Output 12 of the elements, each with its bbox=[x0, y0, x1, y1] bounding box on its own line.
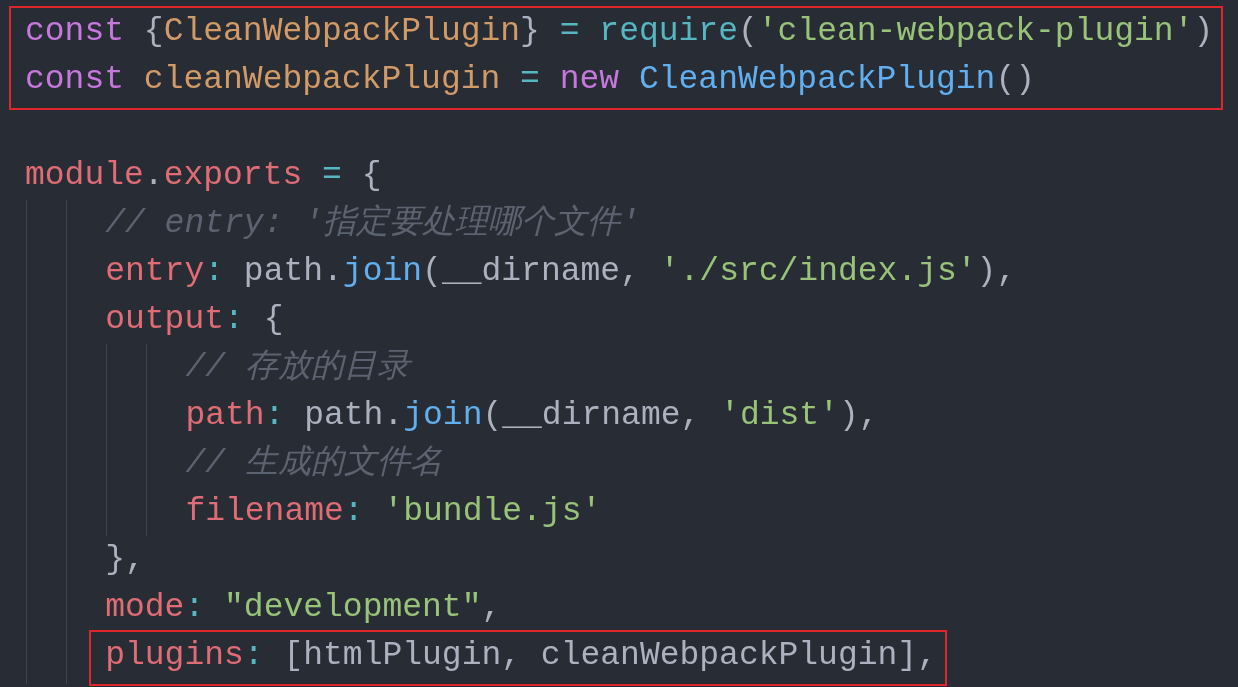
code-line: // entry: '指定要处理哪个文件' bbox=[105, 203, 640, 244]
code-line: output: { bbox=[105, 300, 284, 340]
code-line: const {CleanWebpackPlugin} = require('clean-webpack-plugin') bbox=[25, 12, 1214, 52]
code-line: path: path.join(__dirname, 'dist'), bbox=[185, 396, 879, 436]
code-line: // 生成的文件名 bbox=[185, 443, 443, 484]
code-line: const cleanWebpackPlugin = new CleanWebpackPlugin() bbox=[25, 60, 1035, 100]
code-line: module.exports = { bbox=[25, 156, 382, 196]
code-line: mode: "development", bbox=[105, 588, 502, 628]
code-line: entry: path.join(__dirname, './src/index.js'), bbox=[105, 252, 1017, 292]
code-line: plugins: [htmlPlugin, cleanWebpackPlugin], bbox=[105, 636, 937, 676]
code-line: filename: 'bundle.js' bbox=[185, 492, 602, 532]
code-line: }, bbox=[105, 540, 145, 580]
